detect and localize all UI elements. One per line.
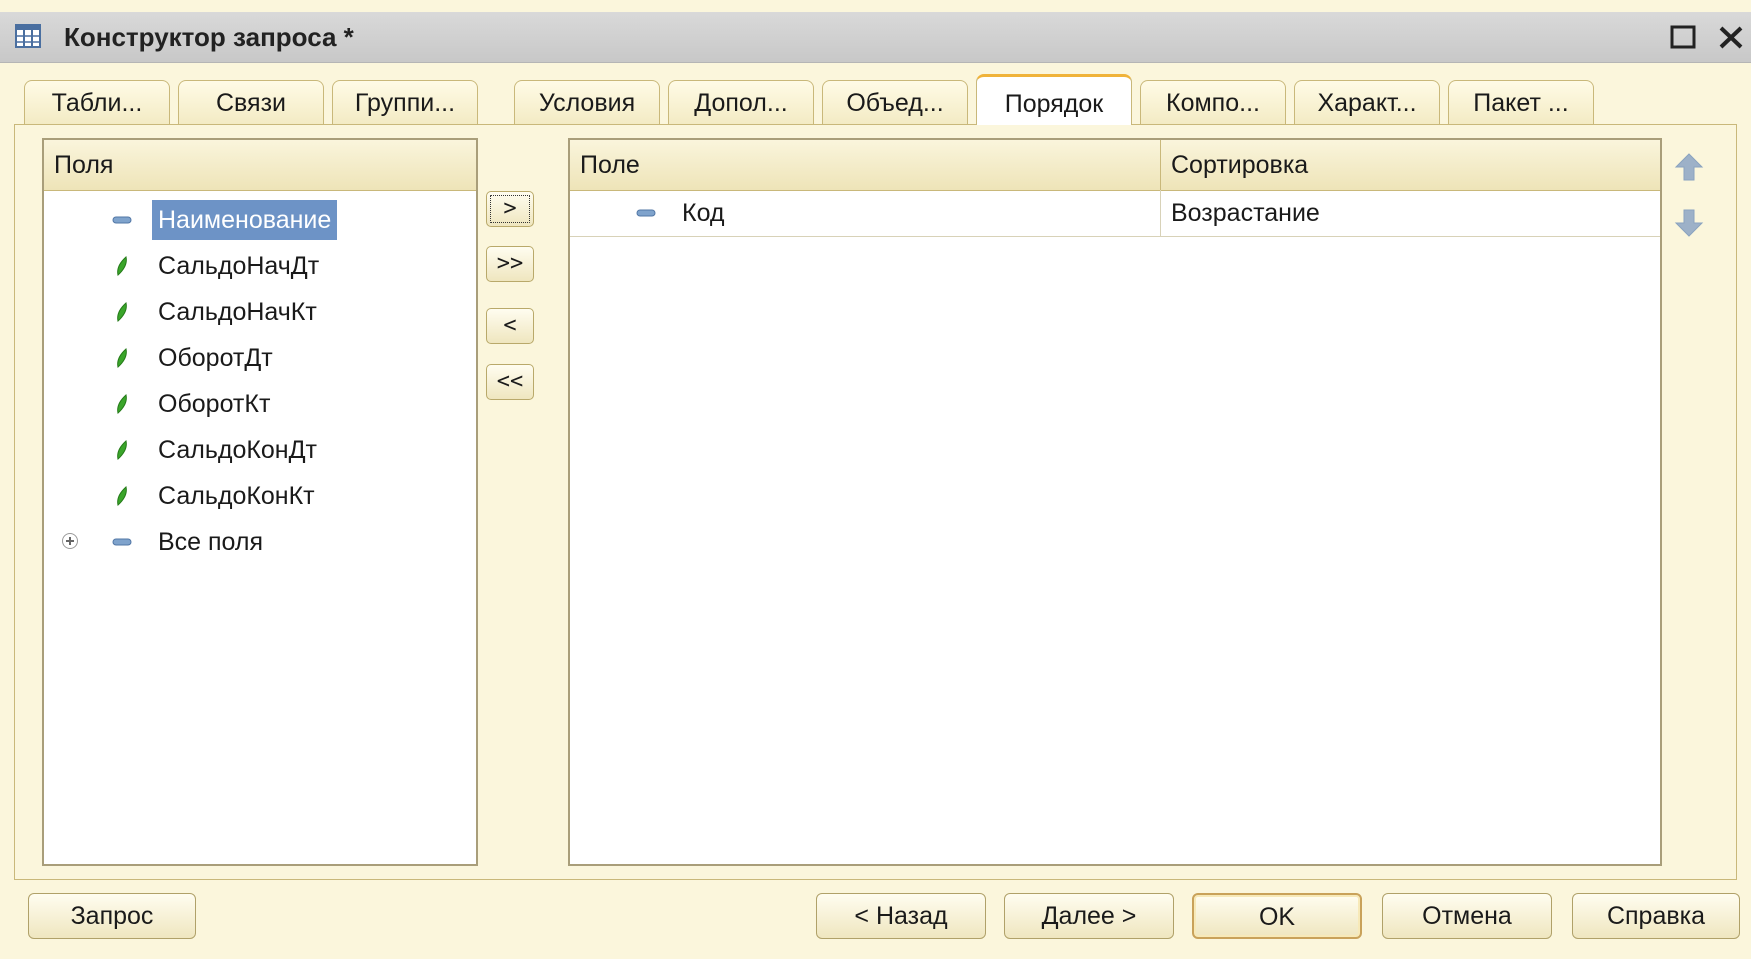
fields-panel-header: Поля [44,140,476,191]
tab-package[interactable]: Пакет ... [1448,80,1594,124]
move-down-icon[interactable] [1672,206,1706,240]
field-label: СальдоНачКт [158,298,317,326]
attribute-icon [112,216,132,224]
table-row[interactable]: Код Возрастание [570,190,1660,237]
tab-unions[interactable]: Объед... [822,80,968,124]
title-bar: Конструктор запроса * [0,12,1751,63]
row-sort[interactable]: Возрастание [1160,190,1660,236]
field-label: ОборотДт [158,344,273,372]
field-label: Наименование [152,200,338,240]
field-label: СальдоНачДт [158,252,320,280]
window-title: Конструктор запроса * [64,22,354,52]
tab-additional[interactable]: Допол... [668,80,814,124]
field-item[interactable]: СальдоКонДт [44,428,476,472]
resource-icon [117,440,127,460]
move-up-icon[interactable] [1672,150,1706,184]
fields-panel: Поля Наименование СальдоНачДт СальдоНачК… [42,138,478,866]
next-button[interactable]: Далее > [1004,893,1174,939]
column-header-sort[interactable]: Сортировка [1160,140,1662,190]
order-grid-header: Поле Сортировка [570,140,1660,191]
add-all-fields-button[interactable]: >> [486,246,534,282]
field-item[interactable]: Все поля [44,520,476,564]
field-label: ОборотКт [158,390,271,418]
remove-all-fields-button[interactable]: << [486,364,534,400]
column-header-field[interactable]: Поле [570,140,1160,190]
field-label: СальдоКонДт [158,436,317,464]
resource-icon [117,486,127,506]
back-button[interactable]: < Назад [816,893,986,939]
ok-button[interactable]: OK [1192,893,1362,939]
field-item[interactable]: ОборотДт [44,336,476,380]
query-constructor-window: Конструктор запроса * Табли... Связи Гру… [0,0,1751,959]
tab-characteristics[interactable]: Характ... [1294,80,1440,124]
cancel-button[interactable]: Отмена [1382,893,1552,939]
tab-conditions[interactable]: Условия [514,80,660,124]
attribute-icon [112,538,132,546]
field-item[interactable]: СальдоНачКт [44,290,476,334]
field-item[interactable]: СальдоНачДт [44,244,476,288]
field-label: Все поля [158,528,264,556]
query-constructor-icon [15,24,41,48]
resource-icon [117,302,127,322]
row-field: Код [682,199,725,227]
tab-order[interactable]: Порядок [976,74,1132,125]
help-button[interactable]: Справка [1572,893,1740,939]
order-grid: Поле Сортировка Код Возрастание [568,138,1662,866]
tab-grouping[interactable]: Группи... [332,80,478,124]
tab-tables[interactable]: Табли... [24,80,170,124]
tab-totals[interactable]: Компо... [1140,80,1286,124]
attribute-icon [636,209,656,217]
field-item[interactable]: Наименование [44,198,476,242]
close-icon[interactable] [1714,20,1748,54]
query-button[interactable]: Запрос [28,893,196,939]
resource-icon [117,348,127,368]
field-item[interactable]: ОборотКт [44,382,476,426]
maximize-icon[interactable] [1666,20,1700,54]
resource-icon [117,394,127,414]
tab-links[interactable]: Связи [178,80,324,124]
fields-header: Поля [54,151,114,179]
expand-icon[interactable] [62,533,78,549]
add-field-button[interactable]: > [486,191,534,227]
remove-field-button[interactable]: < [486,308,534,344]
field-label: СальдоКонКт [158,482,315,510]
tab-strip: Табли... Связи Группи... Условия Допол..… [16,74,1751,125]
resource-icon [117,256,127,276]
field-item[interactable]: СальдоКонКт [44,474,476,518]
